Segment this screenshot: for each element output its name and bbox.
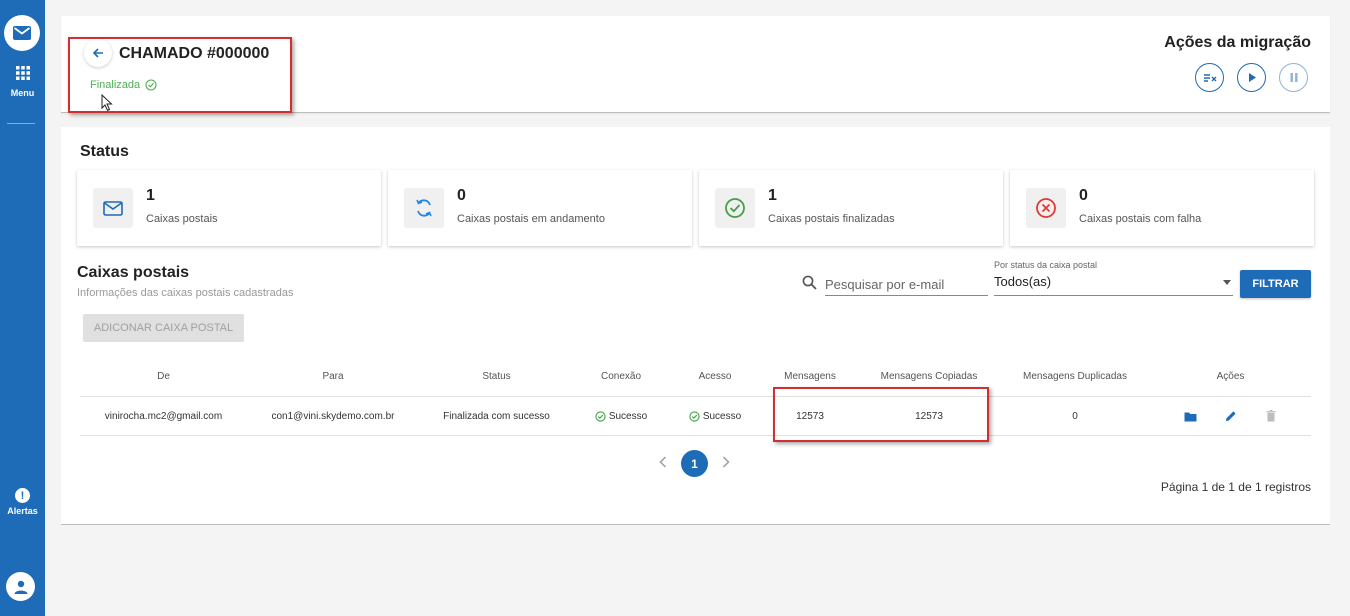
cell-status: Finalizada com sucesso — [443, 410, 550, 422]
stat-label: Caixas postais finalizadas — [768, 213, 895, 225]
clear-list-button[interactable] — [1195, 63, 1224, 92]
ticket-status: Finalizada — [90, 79, 157, 91]
stat-value: 1 — [146, 187, 155, 204]
col-header-copied: Mensagens Copiadas — [880, 371, 978, 382]
page-button-current[interactable]: 1 — [681, 450, 708, 477]
filter-button[interactable]: FILTRAR — [1240, 270, 1311, 298]
stat-value: 1 — [768, 187, 777, 204]
check-circle-icon — [145, 79, 157, 91]
mailboxes-table: De Para Status Conexão Acesso Mensagens … — [80, 357, 1311, 436]
play-icon — [1248, 73, 1256, 82]
page-title: CHAMADO #000000 — [119, 45, 270, 62]
sidebar-menu[interactable]: Menu — [0, 66, 45, 98]
col-header-duplicated: Mensagens Duplicadas — [1023, 371, 1127, 382]
stat-card-mailboxes: 1 Caixas postais — [77, 170, 381, 246]
stat-label: Caixas postais em andamento — [457, 213, 605, 225]
sync-icon — [404, 188, 444, 228]
col-header-status: Status — [482, 371, 511, 382]
back-button[interactable] — [84, 39, 112, 67]
col-header-messages: Mensagens — [784, 371, 836, 382]
user-avatar-icon[interactable] — [6, 572, 35, 601]
mail-logo-icon[interactable] — [4, 15, 40, 51]
stat-card-finished: 1 Caixas postais finalizadas — [699, 170, 1003, 246]
stat-value: 0 — [1079, 187, 1088, 204]
mouse-cursor-icon — [101, 94, 113, 112]
connection-status-label: Sucesso — [608, 410, 648, 422]
sidebar-alerts[interactable]: ! Alertas — [0, 488, 45, 516]
sidebar-divider — [7, 123, 35, 124]
cell-from: vinirocha.mc2@gmail.com — [104, 410, 223, 422]
migration-actions-title: Ações da migração — [1164, 34, 1311, 51]
stat-card-failed: 0 Caixas postais com falha — [1010, 170, 1314, 246]
alert-icon: ! — [15, 488, 30, 503]
stat-value: 0 — [457, 187, 466, 204]
mailboxes-title: Caixas postais — [77, 264, 190, 281]
status-filter-value: Todos(as) — [994, 274, 1052, 289]
cell-actions — [1150, 397, 1311, 435]
check-circle-icon — [715, 188, 755, 228]
pagination-info: Página 1 de 1 de 1 registros — [1160, 480, 1311, 494]
stat-label: Caixas postais com falha — [1079, 213, 1202, 225]
col-header-access: Acesso — [698, 371, 732, 382]
cell-access: Sucesso — [668, 397, 762, 435]
col-header-connection: Conexão — [600, 371, 642, 382]
error-circle-icon — [1026, 188, 1066, 228]
play-button[interactable] — [1237, 63, 1266, 92]
ticket-status-label: Finalizada — [90, 79, 141, 91]
cell-to: con1@vini.skydemo.com.br — [271, 410, 395, 422]
arrow-left-icon — [92, 48, 103, 58]
pause-button[interactable] — [1279, 63, 1308, 92]
search-email-input[interactable] — [825, 268, 988, 296]
delete-trash-icon[interactable] — [1259, 410, 1283, 422]
access-status-label: Sucesso — [702, 410, 742, 422]
cell-connection: Sucesso — [574, 397, 668, 435]
mail-icon — [93, 188, 133, 228]
alerts-label: Alertas — [7, 506, 38, 516]
status-filter-label: Por status da caixa postal — [994, 260, 1098, 270]
cell-duplicated: 0 — [1072, 410, 1078, 422]
menu-label: Menu — [10, 88, 35, 98]
cell-copied: 12573 — [915, 410, 943, 422]
main-card: Status 1 Caixas postais 0 Caixas postais… — [61, 127, 1330, 525]
table-header: De Para Status Conexão Acesso Mensagens … — [80, 357, 1311, 397]
mailboxes-subtitle: Informações das caixas postais cadastrad… — [77, 287, 294, 299]
prev-page-chevron-icon[interactable] — [659, 455, 667, 473]
folder-icon[interactable] — [1179, 411, 1203, 422]
next-page-chevron-icon[interactable] — [722, 455, 730, 473]
search-icon — [802, 275, 817, 290]
stat-card-in-progress: 0 Caixas postais em andamento — [388, 170, 692, 246]
dropdown-arrow-icon — [1223, 280, 1231, 285]
table-row: vinirocha.mc2@gmail.com con1@vini.skydem… — [80, 397, 1311, 436]
pagination: 1 — [659, 450, 730, 477]
col-header-actions: Ações — [1216, 371, 1245, 382]
col-header-to: Para — [322, 371, 344, 382]
status-title: Status — [80, 143, 129, 160]
col-header-from: De — [157, 371, 170, 382]
pause-icon — [1290, 73, 1297, 82]
check-circle-icon — [689, 410, 700, 422]
edit-pencil-icon[interactable] — [1219, 410, 1243, 422]
apps-grid-icon — [15, 66, 30, 80]
cell-messages: 12573 — [796, 410, 824, 422]
check-circle-icon — [595, 410, 606, 422]
ticket-header: CHAMADO #000000 Finalizada Ações da migr… — [61, 16, 1330, 113]
sidebar: Menu ! Alertas — [0, 0, 45, 616]
status-filter-select[interactable]: Todos(as) — [994, 273, 1233, 296]
migration-actions — [1195, 63, 1308, 92]
add-mailbox-button[interactable]: ADICONAR CAIXA POSTAL — [83, 314, 244, 342]
stat-label: Caixas postais — [146, 213, 218, 225]
clear-list-icon — [1203, 73, 1216, 82]
